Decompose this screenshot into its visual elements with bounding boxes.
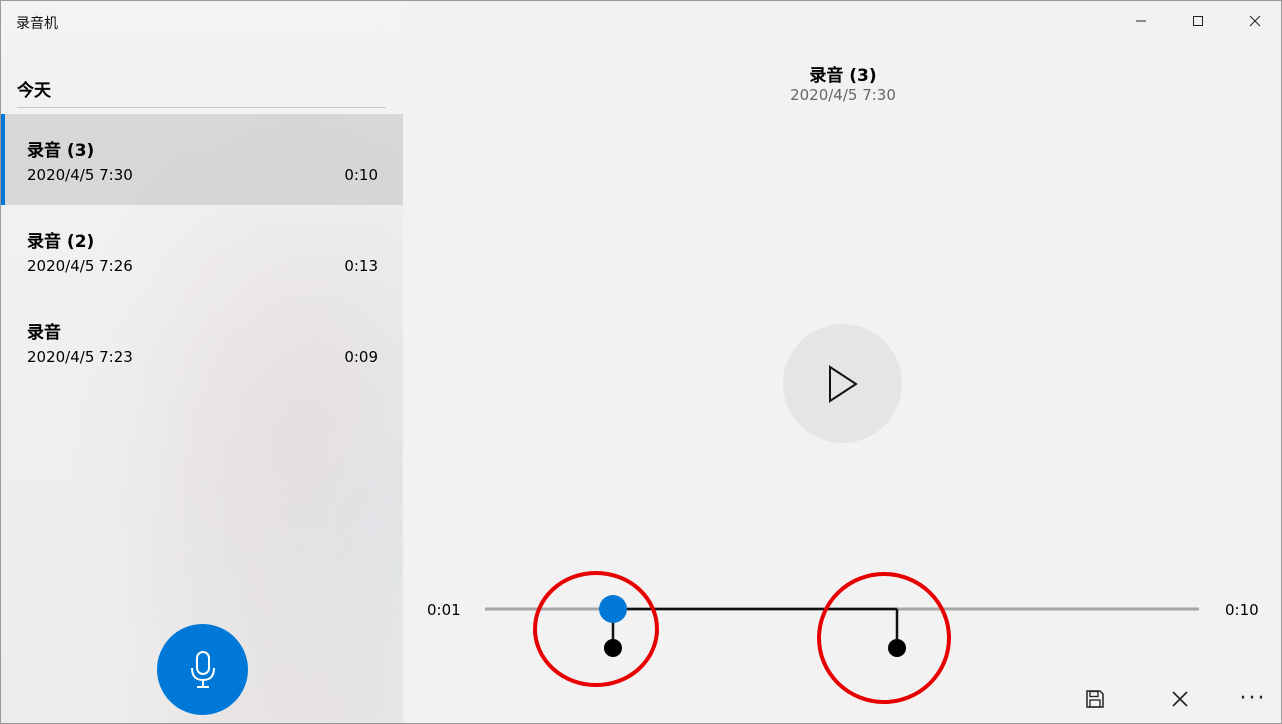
save-icon xyxy=(1086,690,1104,708)
app-title: 录音机 xyxy=(16,16,58,32)
annotation-circle xyxy=(533,571,659,687)
recordings-list: 录音 (3) 2020/4/5 7:30 0:10 录音 (2) 2020/4/… xyxy=(1,114,403,387)
recording-title: 录音 (3) xyxy=(809,66,877,86)
close-window-button[interactable] xyxy=(1226,1,1281,41)
more-button[interactable]: ··· xyxy=(1233,683,1273,715)
recording-date: 2020/4/5 7:30 xyxy=(27,166,133,184)
play-icon xyxy=(828,364,858,403)
selection-indicator xyxy=(1,114,5,205)
recording-item[interactable]: 录音 (2) 2020/4/5 7:26 0:13 xyxy=(1,205,403,296)
recordings-pane: 录音机 今天 录音 (3) 2020/4/5 7:30 0:10 录音 (2) … xyxy=(1,1,403,723)
recording-date: 2020/4/5 7:26 xyxy=(27,257,133,275)
save-button[interactable] xyxy=(1075,683,1115,715)
bottom-toolbar: ··· xyxy=(403,673,1281,723)
play-button[interactable] xyxy=(783,324,902,443)
recording-name: 录音 (3) xyxy=(27,141,95,161)
recording-duration: 0:09 xyxy=(344,348,378,366)
maximize-icon xyxy=(1192,16,1203,26)
playback-pane: 录音 (3) 2020/4/5 7:30 0:01 0:10 ··· xyxy=(403,1,1281,723)
cancel-trim-button[interactable] xyxy=(1160,683,1200,715)
seek-thumb[interactable] xyxy=(599,595,627,623)
trim-start-handle[interactable] xyxy=(604,639,622,657)
more-icon: ··· xyxy=(1239,686,1267,711)
section-divider xyxy=(17,107,386,108)
close-icon xyxy=(1249,15,1260,27)
window-controls xyxy=(1112,1,1281,41)
section-header-today: 今天 xyxy=(17,81,51,101)
minimize-button[interactable] xyxy=(1112,1,1169,41)
recording-item[interactable]: 录音 (3) 2020/4/5 7:30 0:10 xyxy=(1,114,403,205)
record-button[interactable] xyxy=(157,624,248,715)
recording-timestamp: 2020/4/5 7:30 xyxy=(790,86,896,104)
recording-duration: 0:10 xyxy=(344,166,378,184)
recording-item[interactable]: 录音 2020/4/5 7:23 0:09 xyxy=(1,296,403,387)
microphone-icon xyxy=(190,650,215,688)
close-icon xyxy=(1172,691,1188,707)
recording-name: 录音 xyxy=(27,323,61,343)
recording-name: 录音 (2) xyxy=(27,232,95,252)
maximize-button[interactable] xyxy=(1169,1,1226,41)
recording-duration: 0:13 xyxy=(344,257,378,275)
recording-date: 2020/4/5 7:23 xyxy=(27,348,133,366)
minimize-icon xyxy=(1135,20,1146,22)
app-window: 录音机 今天 录音 (3) 2020/4/5 7:30 0:10 录音 (2) … xyxy=(0,0,1282,724)
trim-end-handle[interactable] xyxy=(888,639,906,657)
